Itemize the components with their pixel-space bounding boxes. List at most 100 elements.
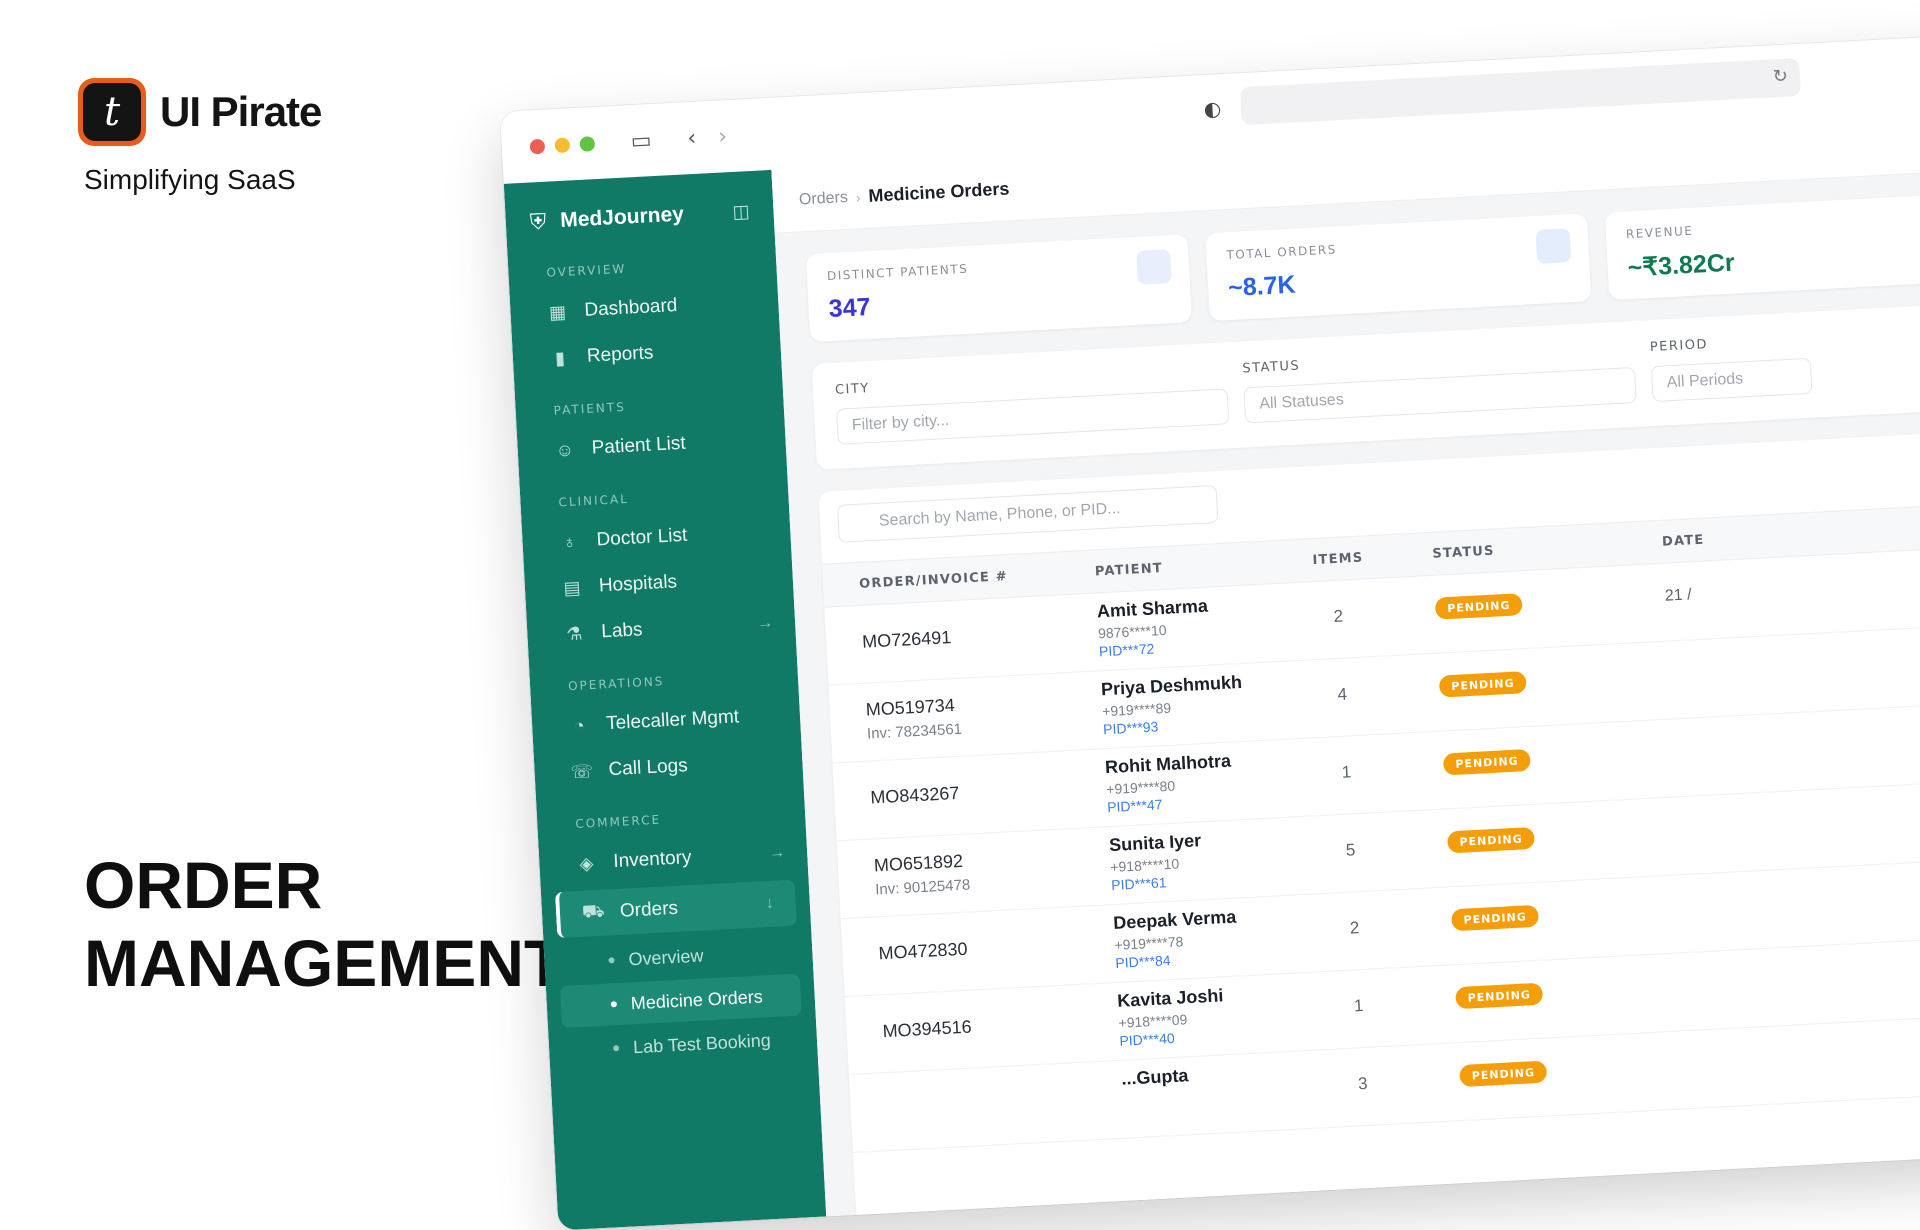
- stat-badge-icon: [1136, 249, 1172, 285]
- col-items[interactable]: ITEMS: [1312, 550, 1364, 568]
- invoice-number: Inv: 78234561: [866, 720, 963, 743]
- item-count: 2: [1333, 606, 1344, 627]
- order-number[interactable]: MO472830: [878, 939, 968, 965]
- chevron-right-icon: →: [768, 844, 786, 862]
- patient-phone: +919****80: [1105, 777, 1176, 798]
- bullet-icon: [610, 1001, 618, 1008]
- item-count: 3: [1357, 1073, 1368, 1094]
- patient-pid[interactable]: PID***47: [1107, 796, 1163, 815]
- stethoscope-icon: ♁: [562, 531, 577, 552]
- sidebar-item-label: Dashboard: [583, 294, 678, 321]
- close-window-dot[interactable]: [529, 138, 546, 154]
- patient-phone: +919****89: [1101, 699, 1172, 720]
- stat-card-revenue: REVENUE ~₹3.82Cr: [1604, 192, 1920, 301]
- status-badge: PENDING: [1446, 826, 1536, 854]
- box-icon: ◈: [578, 852, 594, 874]
- sidebar-item-label: Call Logs: [608, 755, 689, 781]
- patient-pid[interactable]: PID***40: [1119, 1030, 1175, 1049]
- order-number[interactable]: MO651892: [873, 851, 963, 877]
- col-patient[interactable]: PATIENT: [1094, 561, 1163, 580]
- sidebar-item-label: Orders: [619, 897, 679, 922]
- stat-label: TOTAL ORDERS: [1226, 242, 1338, 263]
- sidebar-sub-label: Medicine Orders: [630, 985, 764, 1013]
- status-badge: PENDING: [1442, 748, 1532, 776]
- stat-label: DISTINCT PATIENTS: [826, 261, 969, 284]
- item-count: 1: [1353, 996, 1364, 1016]
- patient-name: Rohit Malhotra: [1104, 750, 1232, 778]
- sidebar-toggle-icon[interactable]: ▭: [630, 128, 652, 154]
- collapse-sidebar-icon[interactable]: ◫: [732, 201, 750, 223]
- patient-pid[interactable]: PID***93: [1103, 718, 1159, 737]
- breadcrumb-orders[interactable]: Orders: [799, 188, 849, 209]
- patient-pid[interactable]: PID***61: [1111, 874, 1167, 893]
- phone-icon: ☏: [570, 760, 594, 782]
- sidebar: ⛨ MedJourney ◫ OVERVIEW ▦ Dashboard ▮ Repo…: [503, 169, 827, 1230]
- patient-name: Sunita Iyer: [1108, 830, 1202, 856]
- patient-name: Deepak Verma: [1112, 906, 1237, 934]
- patient-phone: +919****78: [1114, 933, 1184, 953]
- sidebar-item-label: Telecaller Mgmt: [605, 706, 740, 735]
- grid-icon: ▦: [548, 301, 567, 323]
- url-bar[interactable]: ↻: [1239, 57, 1801, 126]
- headline-line-2: MANAGEMENT: [84, 926, 565, 1000]
- period-select[interactable]: All Periods: [1650, 357, 1813, 403]
- sidebar-sub-label: Lab Test Booking: [632, 1029, 772, 1057]
- patient-phone: +918****10: [1109, 855, 1180, 876]
- minimize-window-dot[interactable]: [554, 136, 571, 153]
- status-badge: PENDING: [1434, 593, 1523, 620]
- order-number[interactable]: MO726491: [862, 627, 952, 653]
- status-badge: PENDING: [1451, 904, 1540, 932]
- item-count: 4: [1337, 684, 1348, 704]
- sidebar-item-label: Inventory: [612, 847, 692, 873]
- sidebar-item-orders[interactable]: ⛟ Orders ↓: [554, 879, 797, 939]
- order-number[interactable]: MO519734: [865, 695, 955, 721]
- search-input[interactable]: Search by Name, Phone, or PID...: [837, 485, 1219, 543]
- brand-logo: t: [78, 78, 146, 146]
- patient-pid[interactable]: PID***84: [1115, 952, 1171, 971]
- patient-pid[interactable]: PID***72: [1099, 641, 1155, 660]
- users-icon: ☺: [555, 439, 575, 461]
- brand: t UI Pirate: [78, 78, 322, 146]
- maximize-window-dot[interactable]: [579, 135, 596, 152]
- sidebar-item-label: Hospitals: [598, 571, 678, 597]
- sidebar-brand-name: MedJourney: [559, 202, 685, 232]
- stat-badge-icon: [1535, 228, 1572, 264]
- browser-window: ▭ ‹ › ◐ ↻ ⛨ MedJourney ◫ OVERVIEW ▦ Dashb…: [500, 33, 1920, 1230]
- city-filter-input[interactable]: Filter by city...: [835, 388, 1230, 445]
- col-date[interactable]: DATE: [1662, 533, 1705, 550]
- stat-label: REVENUE: [1625, 223, 1694, 242]
- patient-phone: +918****09: [1118, 1011, 1188, 1031]
- col-status[interactable]: STATUS: [1432, 544, 1495, 562]
- brand-logo-glyph: t: [83, 83, 141, 141]
- col-order[interactable]: ORDER/INVOICE #: [859, 569, 1008, 592]
- bullet-icon: [613, 1045, 620, 1052]
- item-count: 5: [1345, 840, 1356, 860]
- order-date: 21 /: [1664, 586, 1693, 605]
- status-select[interactable]: All Statuses: [1243, 366, 1637, 424]
- reload-icon[interactable]: ↻: [1772, 66, 1788, 88]
- chevron-right-icon: →: [756, 614, 774, 633]
- period-label: PERIOD: [1649, 337, 1709, 356]
- stat-card-distinct-patients: DISTINCT PATIENTS 347: [805, 234, 1192, 343]
- forward-icon[interactable]: ›: [718, 124, 728, 149]
- order-number[interactable]: MO394516: [882, 1017, 972, 1043]
- patient-name: Kavita Joshi: [1116, 985, 1224, 1011]
- item-count: 1: [1341, 762, 1352, 782]
- sidebar-item-label: Patient List: [591, 432, 687, 459]
- building-icon: ▤: [562, 576, 581, 598]
- headline-line-1: ORDER: [84, 848, 323, 922]
- city-label: CITY: [834, 381, 871, 398]
- sidebar-item-label: Labs: [600, 619, 644, 643]
- item-count: 2: [1349, 918, 1360, 938]
- page-title: Medicine Orders: [867, 178, 1010, 206]
- main-content: Orders › Medicine Orders DISTINCT PATIEN…: [771, 105, 1920, 1230]
- headset-icon: ◔: [573, 714, 586, 736]
- order-number[interactable]: MO843267: [870, 783, 960, 809]
- microscope-icon: ⚗: [565, 622, 583, 644]
- patient-phone: 9876****10: [1097, 621, 1167, 642]
- sidebar-sub-label: Overview: [627, 945, 704, 969]
- back-icon[interactable]: ‹: [687, 125, 697, 150]
- patient-name: Priya Deshmukh: [1100, 671, 1243, 700]
- stat-value: ~8.7K: [1227, 270, 1297, 303]
- invoice-number: Inv: 90125478: [874, 876, 971, 899]
